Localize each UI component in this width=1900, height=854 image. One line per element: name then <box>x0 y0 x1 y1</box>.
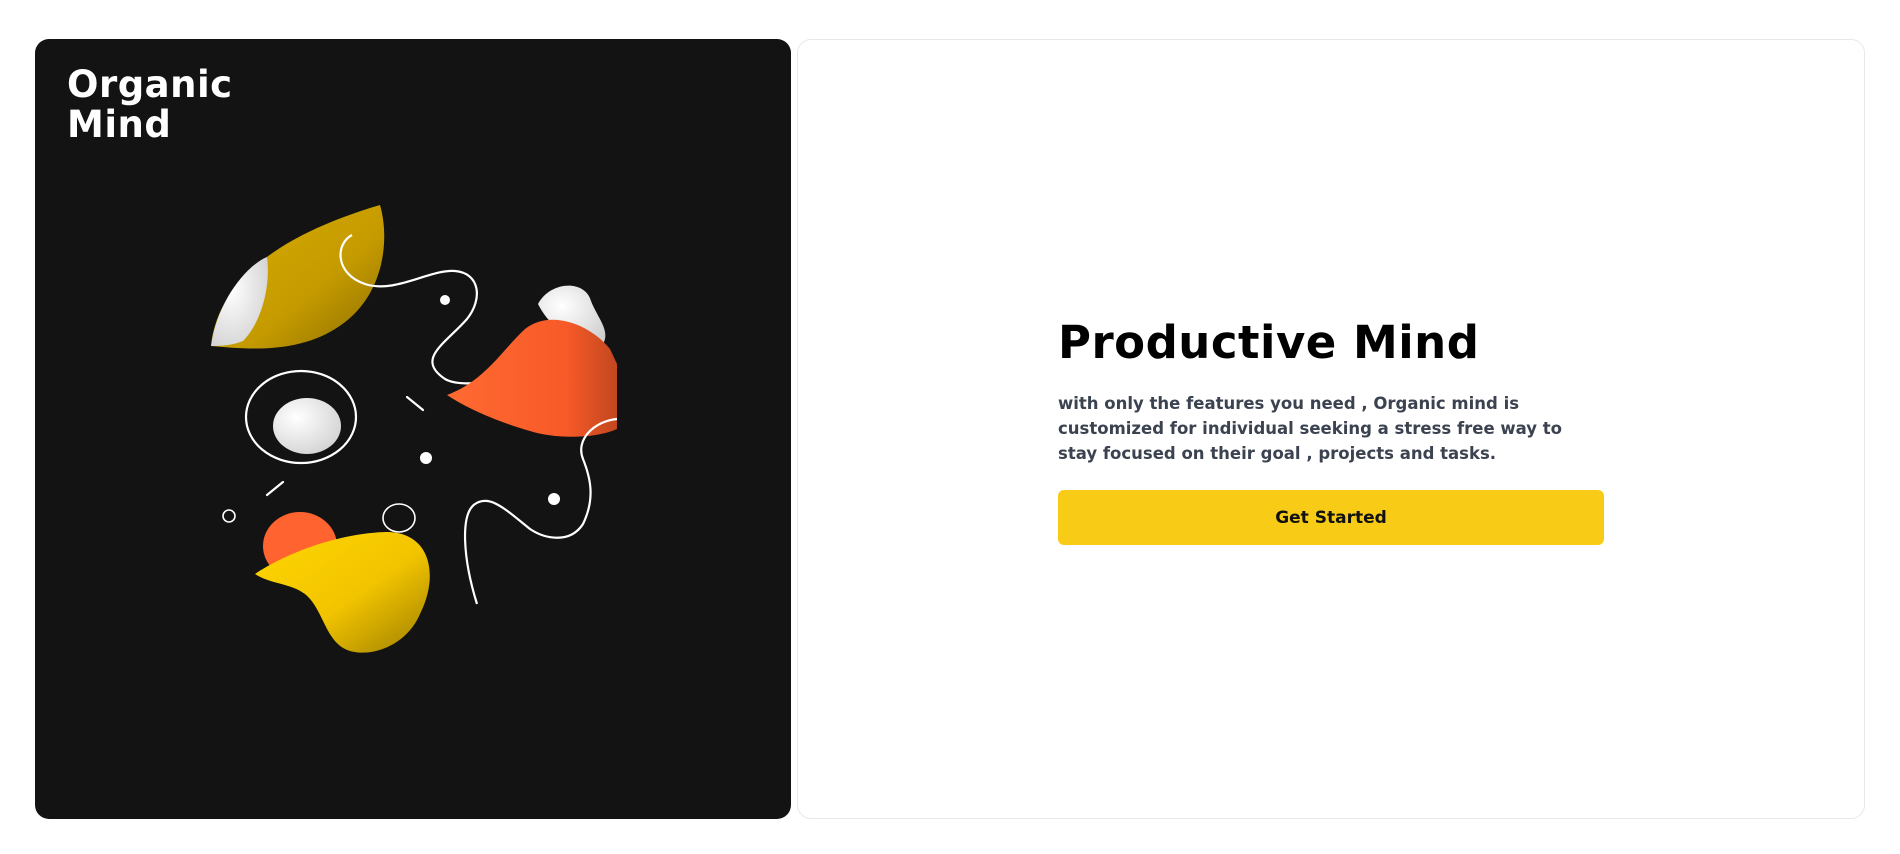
dot <box>440 295 450 305</box>
get-started-button[interactable]: Get Started <box>1058 490 1604 545</box>
white-ball-shape <box>273 398 341 454</box>
hero-panel: Organic Mind <box>35 39 791 819</box>
small-ring <box>222 509 236 523</box>
dash-line <box>265 480 285 497</box>
intro-description: with only the features you need , Organi… <box>1058 394 1563 463</box>
content-panel: Productive Mind with only the features y… <box>797 39 1865 819</box>
squiggle-line-2 <box>463 417 618 605</box>
orange-blob-shape <box>447 319 617 437</box>
page-title: Productive Mind <box>1058 316 1480 369</box>
organic-shapes-illustration <box>211 205 618 653</box>
brand-logo-line-2: Mind <box>67 103 172 146</box>
intro-content: Productive Mind with only the features y… <box>1058 315 1604 545</box>
page: Organic Mind Productive Mind with only t… <box>0 0 1900 854</box>
dot <box>548 493 560 505</box>
dash-line <box>405 395 425 412</box>
brand-logo-line-1: Organic <box>67 63 233 106</box>
brand-logo: Organic Mind <box>67 65 233 145</box>
small-ring <box>382 503 416 533</box>
dot <box>420 452 432 464</box>
